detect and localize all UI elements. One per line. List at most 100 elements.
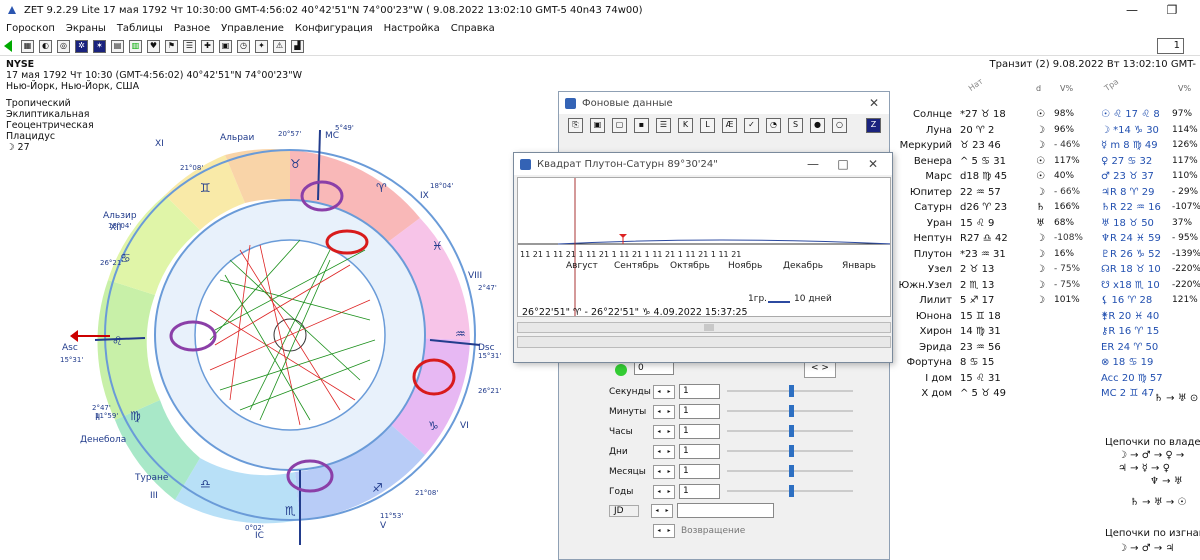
stars-icon[interactable]: ✲	[75, 39, 88, 53]
months-value[interactable]: 1	[679, 464, 720, 479]
window-controls: — □ ✕	[798, 153, 888, 175]
list-icon[interactable]: ☰	[183, 39, 196, 53]
natal-strength: 101%	[1054, 295, 1080, 305]
years-slider[interactable]	[727, 485, 853, 497]
globe-icon[interactable]: ◐	[39, 39, 52, 53]
back-arrow-icon[interactable]	[4, 40, 12, 52]
days-slider[interactable]	[727, 445, 853, 457]
plot-icon[interactable]: ▟	[291, 39, 304, 53]
menu-horoscope[interactable]: Гороскоп	[0, 23, 60, 34]
days-value[interactable]: 1	[679, 444, 720, 459]
transit-position: ☊R 18 ♉ 10	[1101, 264, 1161, 275]
months-row: Месяцы ◂ ▸ 1	[609, 463, 720, 480]
status-light-icon	[615, 364, 627, 376]
planet-name: Венера	[913, 155, 952, 167]
minutes-slider[interactable]	[727, 405, 853, 417]
menu-settings[interactable]: Настройка	[378, 23, 445, 34]
minimize-icon[interactable]: —	[798, 157, 828, 171]
grid-icon[interactable]: ▦	[21, 39, 34, 53]
jd-value[interactable]	[677, 503, 774, 518]
title-bar: ZET 9.2.29 Lite 17 мая 1792 Чт 10:30:00 …	[0, 0, 1200, 20]
s-icon[interactable]: S	[788, 117, 803, 133]
minimize-button[interactable]: —	[1112, 0, 1152, 20]
table-icon[interactable]: ▤	[111, 39, 124, 53]
menu-configuration[interactable]: Конфигурация	[289, 23, 378, 34]
jd-spinner[interactable]: ◂ ▸	[651, 503, 673, 518]
maximize-icon[interactable]: □	[828, 157, 858, 171]
graph-icon[interactable]: ▥	[129, 39, 142, 53]
minutes-value[interactable]: 1	[679, 404, 720, 419]
swirl-icon[interactable]: ◔	[766, 117, 781, 133]
seconds-spinner[interactable]: ◂ ▸	[653, 384, 675, 399]
counter-input[interactable]: 0	[634, 362, 674, 375]
menu-screens[interactable]: Экраны	[60, 23, 111, 34]
menu-control[interactable]: Управление	[215, 23, 289, 34]
minutes-spinner[interactable]: ◂ ▸	[653, 404, 675, 419]
days-spinner[interactable]: ◂ ▸	[653, 444, 675, 459]
check-icon[interactable]: ✓	[744, 117, 759, 133]
table-row: I дом 15 ♌ 31 Acc 20 ♍ 57	[896, 372, 1200, 385]
night-icon[interactable]: ✶	[93, 39, 106, 53]
copy-icon[interactable]: ⎘	[568, 117, 583, 133]
horizontal-scrollbar[interactable]	[517, 322, 891, 333]
aspect-window: Квадрат Плутон-Сатурн 89°30'24" — □ ✕ 11…	[513, 152, 893, 363]
nav-arrows[interactable]: < >	[804, 362, 836, 378]
ae-icon[interactable]: Æ	[722, 117, 737, 133]
hours-spinner[interactable]: ◂ ▸	[653, 424, 675, 439]
window-icon	[565, 97, 576, 109]
menu-help[interactable]: Справка	[445, 23, 500, 34]
seconds-slider[interactable]	[727, 385, 853, 397]
degree-label: 15°31'	[478, 352, 501, 360]
seconds-value[interactable]: 1	[679, 384, 720, 399]
hours-value[interactable]: 1	[679, 424, 720, 439]
chain-e: ☽ → ♂ → ♃	[1118, 543, 1175, 554]
list-icon[interactable]: ☰	[656, 117, 671, 133]
hours-slider[interactable]	[727, 425, 853, 437]
days-row: Дни ◂ ▸ 1	[609, 443, 720, 460]
menu-misc[interactable]: Разное	[168, 23, 215, 34]
new-icon[interactable]: ▢	[612, 117, 627, 133]
horizontal-scrollbar-2[interactable]	[517, 336, 891, 348]
bg-toolbar: ⎘ ▣ ▢ ▪ ☰ K L Æ ✓ ◔ S ● ○ Z	[559, 114, 889, 136]
save-icon[interactable]: ▪	[634, 117, 649, 133]
dot-icon[interactable]: ●	[810, 117, 825, 133]
months-slider[interactable]	[727, 465, 853, 477]
paste-icon[interactable]: ▣	[590, 117, 605, 133]
dignity: ☽	[1036, 140, 1045, 151]
wheel-icon[interactable]: ◎	[57, 39, 70, 53]
planet-name: Марс	[925, 171, 952, 182]
page-number-input[interactable]: 1	[1157, 38, 1184, 54]
close-icon[interactable]: ✕	[869, 96, 879, 110]
planet-name: Юпитер	[909, 186, 952, 198]
jd-row: JD ◂ ▸	[609, 502, 774, 519]
transit-strength: -139%	[1172, 248, 1200, 259]
years-spinner[interactable]: ◂ ▸	[653, 484, 675, 499]
close-icon[interactable]: ✕	[858, 157, 888, 171]
planet-name: Солнце	[913, 109, 952, 120]
planet-name: X дом	[921, 388, 952, 399]
tools-icon[interactable]: ✦	[255, 39, 268, 53]
l-icon[interactable]: L	[700, 117, 715, 133]
restore-button[interactable]: ❐	[1152, 0, 1192, 20]
heart-icon[interactable]: ♥	[147, 39, 160, 53]
menu-tables[interactable]: Таблицы	[111, 23, 168, 34]
aspect-graph[interactable]: 11 21 1 11 21 1 11 21 1 11 21 1 11 21 1 …	[517, 177, 891, 317]
clock-icon[interactable]: ◷	[237, 39, 250, 53]
warning-icon[interactable]: ⚠	[273, 39, 286, 53]
transit-position: ☽ *14 ♑ 30	[1101, 124, 1159, 136]
flag-icon[interactable]: ⚑	[165, 39, 178, 53]
years-value[interactable]: 1	[679, 484, 720, 499]
k-icon[interactable]: K	[678, 117, 693, 133]
circle-icon[interactable]: ○	[832, 117, 847, 133]
cross-icon[interactable]: ✚	[201, 39, 214, 53]
star-label-alrai: Альраи	[220, 133, 254, 143]
chart-icon[interactable]: ▣	[219, 39, 232, 53]
return-spinner[interactable]: ◂ ▸	[653, 523, 675, 538]
chain-b: ♃ → ☿ → ♀	[1118, 463, 1170, 474]
months-spinner[interactable]: ◂ ▸	[653, 464, 675, 479]
horoscope-wheel[interactable]: Альраи Альзир Туране Денебола XI XII Asc…	[0, 100, 520, 560]
jd-label: JD	[609, 504, 639, 517]
z-icon[interactable]: Z	[866, 117, 881, 133]
transit-position: ⚸ 16 ♈ 28	[1101, 295, 1153, 306]
window-title: ZET 9.2.29 Lite 17 мая 1792 Чт 10:30:00 …	[24, 4, 643, 16]
